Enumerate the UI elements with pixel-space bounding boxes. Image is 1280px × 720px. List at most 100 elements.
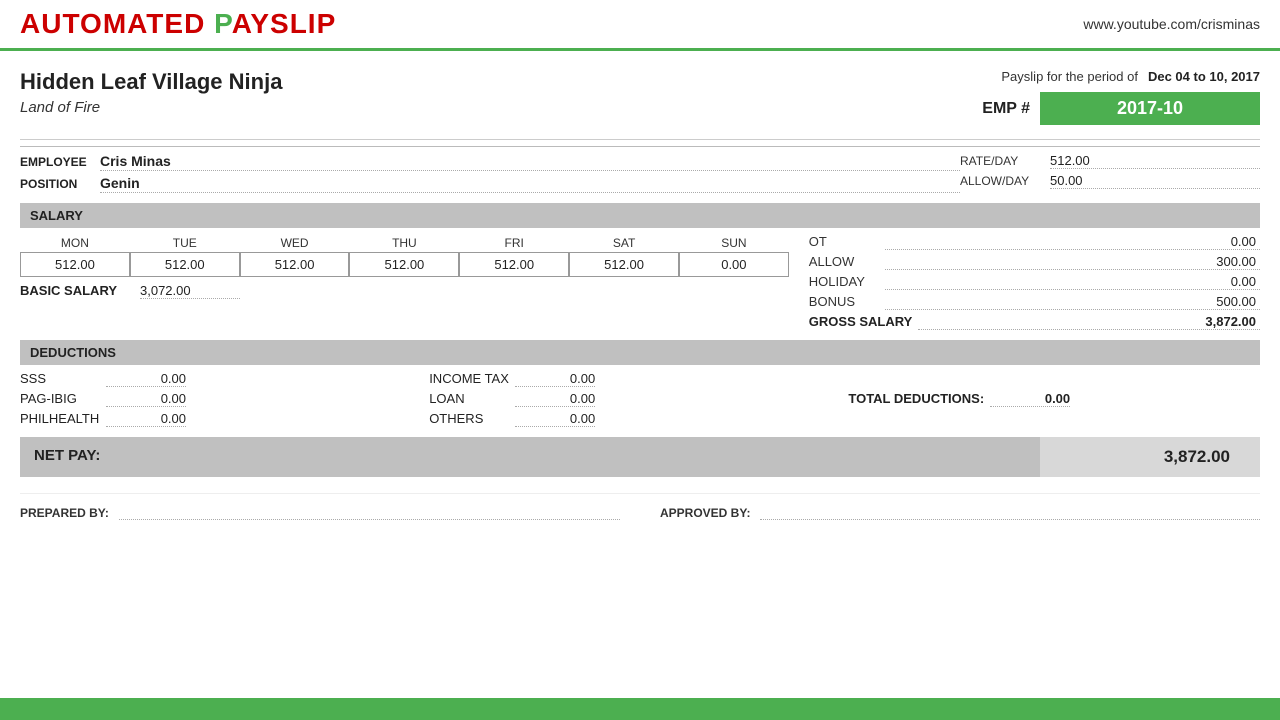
- employee-info: EMPLOYEE Cris Minas POSITION Genin RATE/…: [20, 146, 1260, 193]
- rate-row: RATE/DAY 512.00: [960, 153, 1260, 169]
- ot-area: OT 0.00 ALLOW 300.00 HOLIDAY 0.00 BONUS …: [789, 234, 1260, 330]
- signatures: PREPARED BY: APPROVED BY:: [20, 493, 1260, 520]
- income-tax-row: INCOME TAX 0.00: [429, 371, 828, 387]
- employee-position-row: POSITION Genin: [20, 175, 960, 193]
- payslip-period-row: Payslip for the period of Dec 04 to 10, …: [982, 69, 1260, 84]
- philhealth-label: PHILHEALTH: [20, 411, 100, 426]
- company-header: Hidden Leaf Village Ninja Land of Fire P…: [20, 69, 1260, 125]
- deductions-grid: SSS 0.00 PAG-IBIG 0.00 PHILHEALTH 0.00 I…: [20, 371, 1260, 427]
- loan-value: 0.00: [515, 391, 595, 407]
- day-cell-mon: 512.00: [20, 252, 130, 277]
- gross-row: GROSS SALARY 3,872.00: [809, 314, 1260, 330]
- day-cell-thu: 512.00: [349, 252, 459, 277]
- position-label: POSITION: [20, 177, 90, 191]
- website-url: www.youtube.com/crisminas: [1083, 16, 1260, 32]
- sss-value: 0.00: [106, 371, 186, 387]
- net-pay-value: 3,872.00: [1040, 437, 1260, 477]
- day-header-wed: WED: [240, 234, 350, 252]
- day-cell-sun: 0.00: [679, 252, 789, 277]
- approved-by-label: APPROVED BY:: [660, 506, 750, 520]
- income-tax-label: INCOME TAX: [429, 371, 509, 386]
- income-tax-value: 0.00: [515, 371, 595, 387]
- company-name: Hidden Leaf Village Ninja: [20, 69, 282, 95]
- allow-ot-label: ALLOW: [809, 254, 879, 269]
- total-ded-area: TOTAL DEDUCTIONS: 0.00: [838, 371, 1260, 427]
- day-header-tue: TUE: [130, 234, 240, 252]
- basic-salary-value: 3,072.00: [140, 283, 240, 299]
- others-label: OTHERS: [429, 411, 509, 426]
- bonus-label: BONUS: [809, 294, 879, 309]
- loan-label: LOAN: [429, 391, 509, 406]
- bonus-value: 500.00: [885, 294, 1260, 310]
- employee-label: EMPLOYEE: [20, 155, 90, 169]
- emp-label: EMP #: [982, 100, 1030, 118]
- day-header-mon: MON: [20, 234, 130, 252]
- holiday-value: 0.00: [885, 274, 1260, 290]
- others-row: OTHERS 0.00: [429, 411, 828, 427]
- bonus-row: BONUS 500.00: [809, 294, 1260, 310]
- ot-row: OT 0.00: [809, 234, 1260, 250]
- rate-value: 512.00: [1050, 153, 1260, 169]
- period-value: Dec 04 to 10, 2017: [1148, 69, 1260, 84]
- day-header-fri: FRI: [459, 234, 569, 252]
- total-ded-row: TOTAL DEDUCTIONS: 0.00: [848, 391, 1070, 407]
- holiday-row: HOLIDAY 0.00: [809, 274, 1260, 290]
- day-cell-tue: 512.00: [130, 252, 240, 277]
- company-info: Hidden Leaf Village Ninja Land of Fire: [20, 69, 282, 116]
- approved-by-line: [760, 502, 1260, 520]
- ded-col-mid: INCOME TAX 0.00 LOAN 0.00 OTHERS 0.00: [429, 371, 838, 427]
- allow-label: ALLOW/DAY: [960, 174, 1040, 188]
- rate-label: RATE/DAY: [960, 154, 1040, 168]
- payslip-info: Payslip for the period of Dec 04 to 10, …: [982, 69, 1260, 125]
- sss-row: SSS 0.00: [20, 371, 419, 387]
- prepared-by-field: PREPARED BY:: [20, 502, 620, 520]
- day-header-thu: THU: [349, 234, 459, 252]
- period-label: Payslip for the period of: [1001, 69, 1138, 84]
- net-pay-label: NET PAY:: [20, 437, 1040, 477]
- sss-label: SSS: [20, 371, 100, 386]
- philhealth-value: 0.00: [106, 411, 186, 427]
- day-cell-fri: 512.00: [459, 252, 569, 277]
- day-header-sat: SAT: [569, 234, 679, 252]
- day-cell-wed: 512.00: [240, 252, 350, 277]
- holiday-label: HOLIDAY: [809, 274, 879, 289]
- emp-value-box: 2017-10: [1040, 92, 1260, 125]
- company-sub: Land of Fire: [20, 99, 282, 116]
- philhealth-row: PHILHEALTH 0.00: [20, 411, 419, 427]
- total-ded-value: 0.00: [990, 391, 1070, 407]
- app-title: AUTOMATED PAYSLIP: [20, 8, 336, 40]
- gross-label: GROSS SALARY: [809, 314, 913, 329]
- loan-row: LOAN 0.00: [429, 391, 828, 407]
- basic-salary-label: BASIC SALARY: [20, 283, 130, 298]
- approved-by-field: APPROVED BY:: [660, 502, 1260, 520]
- deductions-header: DEDUCTIONS: [20, 340, 1260, 365]
- emp-row: EMP # 2017-10: [982, 92, 1260, 125]
- days-grid: MON TUE WED THU FRI SAT SUN 512.00 512.0…: [20, 234, 789, 277]
- allow-row: ALLOW/DAY 50.00: [960, 173, 1260, 189]
- allow-value: 50.00: [1050, 173, 1260, 189]
- salary-header: SALARY: [20, 203, 1260, 228]
- ded-col-left: SSS 0.00 PAG-IBIG 0.00 PHILHEALTH 0.00: [20, 371, 429, 427]
- ot-label: OT: [809, 234, 879, 249]
- gross-value: 3,872.00: [918, 314, 1260, 330]
- bottom-bar: [0, 698, 1280, 720]
- total-ded-label: TOTAL DEDUCTIONS:: [848, 391, 984, 406]
- allow-ot-value: 300.00: [885, 254, 1260, 270]
- pagibig-value: 0.00: [106, 391, 186, 407]
- rate-group: RATE/DAY 512.00 ALLOW/DAY 50.00: [960, 153, 1260, 193]
- employee-name: Cris Minas: [100, 153, 960, 171]
- net-pay-bar: NET PAY: 3,872.00: [20, 437, 1260, 477]
- pagibig-row: PAG-IBIG 0.00: [20, 391, 419, 407]
- salary-section: SALARY MON TUE WED THU FRI SAT SUN 512.0…: [20, 203, 1260, 330]
- ot-value: 0.00: [885, 234, 1260, 250]
- day-header-sun: SUN: [679, 234, 789, 252]
- employee-position: Genin: [100, 175, 960, 193]
- allow-ot-row: ALLOW 300.00: [809, 254, 1260, 270]
- prepared-by-label: PREPARED BY:: [20, 506, 109, 520]
- deductions-section: DEDUCTIONS SSS 0.00 PAG-IBIG 0.00 PHILHE…: [20, 340, 1260, 427]
- prepared-by-line: [119, 502, 620, 520]
- basic-salary-row: BASIC SALARY 3,072.00: [20, 283, 789, 299]
- employee-name-row: EMPLOYEE Cris Minas: [20, 153, 960, 171]
- main-content: Hidden Leaf Village Ninja Land of Fire P…: [0, 51, 1280, 520]
- day-cell-sat: 512.00: [569, 252, 679, 277]
